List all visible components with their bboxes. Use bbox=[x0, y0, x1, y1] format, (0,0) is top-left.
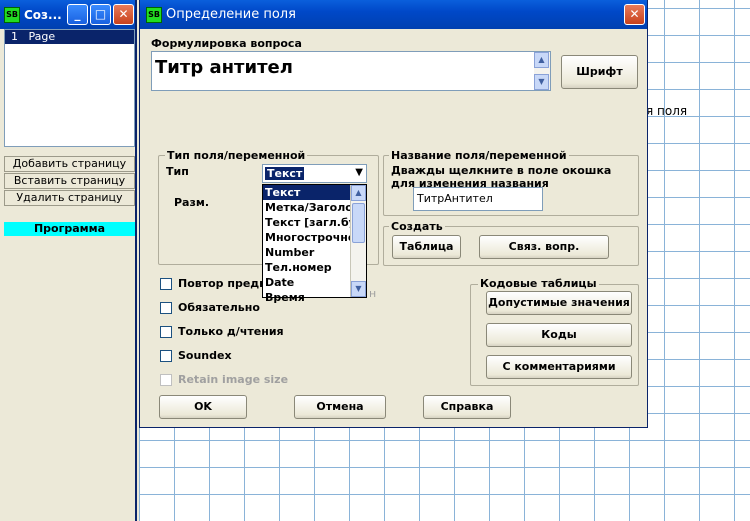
type-option[interactable]: Многострочное bbox=[263, 230, 351, 245]
type-option[interactable]: Date bbox=[263, 275, 351, 290]
required-checkbox-box[interactable] bbox=[160, 301, 172, 314]
question-textarea[interactable]: Титр антител ▲ ▼ bbox=[151, 51, 551, 91]
add-page-button[interactable]: Добавить страницу bbox=[4, 156, 135, 172]
repeat-checkbox[interactable]: Повтор предыд bbox=[160, 277, 278, 290]
question-scrollbar[interactable]: ▲ ▼ bbox=[534, 52, 550, 90]
cancel-button[interactable]: Отмена bbox=[294, 395, 386, 419]
required-label: Обязательно bbox=[178, 301, 260, 314]
type-dropdown-list[interactable]: Текст Метка/Заголовок Текст [загл.буквы]… bbox=[262, 184, 367, 304]
with-comments-button[interactable]: С комментариями bbox=[486, 355, 632, 379]
create-group-legend: Создать bbox=[389, 220, 445, 233]
dropdown-arrow-icon[interactable]: ▼ bbox=[355, 167, 363, 178]
question-label: Формулировка вопроса bbox=[151, 37, 302, 50]
minimize-button[interactable]: _ bbox=[67, 4, 88, 25]
close-button[interactable]: ✕ bbox=[113, 4, 134, 25]
maximize-button[interactable]: □ bbox=[90, 4, 111, 25]
dialog-app-icon: SB bbox=[146, 6, 162, 23]
retain-image-checkbox-box bbox=[160, 373, 172, 386]
dropdown-scrollbar[interactable]: ▲ ▼ bbox=[350, 185, 366, 297]
soundex-checkbox[interactable]: Soundex bbox=[160, 349, 232, 362]
help-button[interactable]: Справка bbox=[423, 395, 511, 419]
scroll-thumb[interactable] bbox=[352, 203, 365, 243]
type-group-legend: Тип поля/переменной bbox=[165, 149, 308, 162]
readonly-label: Только д/чтения bbox=[178, 325, 284, 338]
delete-page-button[interactable]: Удалить страницу bbox=[4, 190, 135, 206]
required-checkbox[interactable]: Обязательно bbox=[160, 301, 260, 314]
type-option[interactable]: Тел.номер bbox=[263, 260, 351, 275]
code-tables-legend: Кодовые таблицы bbox=[478, 277, 599, 290]
ok-button[interactable]: OK bbox=[159, 395, 247, 419]
allowed-values-button[interactable]: Допустимые значения bbox=[486, 291, 632, 315]
question-text: Титр антител bbox=[155, 57, 293, 78]
font-button[interactable]: Шрифт bbox=[561, 55, 638, 89]
soundex-checkbox-box[interactable] bbox=[160, 349, 172, 362]
readonly-checkbox-box[interactable] bbox=[160, 325, 172, 338]
dialog-title: Определение поля bbox=[166, 7, 296, 22]
page-number: 1 bbox=[11, 30, 18, 43]
codes-button[interactable]: Коды bbox=[486, 323, 632, 347]
name-group-legend: Название поля/переменной bbox=[389, 149, 569, 162]
retain-image-label: Retain image size bbox=[178, 373, 289, 386]
list-scroll-up-icon[interactable]: ▲ bbox=[351, 185, 366, 201]
soundex-label: Soundex bbox=[178, 349, 232, 362]
scroll-up-icon[interactable]: ▲ bbox=[534, 52, 549, 68]
type-option[interactable]: Время bbox=[263, 290, 351, 305]
page-name: Page bbox=[28, 30, 56, 43]
table-button[interactable]: Таблица bbox=[392, 235, 461, 259]
type-selected: Текст bbox=[265, 167, 305, 180]
type-label: Тип bbox=[166, 165, 189, 178]
page-manager-window: SB Соз... _ □ ✕ 1 Page Добавить страницу… bbox=[0, 0, 137, 521]
program-button[interactable]: Программа bbox=[4, 222, 135, 236]
field-definition-dialog: SB Определение поля ✕ Формулировка вопро… bbox=[139, 0, 648, 428]
repeat-checkbox-box[interactable] bbox=[160, 277, 172, 290]
type-option[interactable]: Текст bbox=[263, 185, 351, 200]
type-combobox[interactable]: Текст ▼ bbox=[262, 164, 367, 183]
background-label: я поля bbox=[646, 104, 688, 118]
list-scroll-down-icon[interactable]: ▼ bbox=[351, 281, 366, 297]
app-icon: SB bbox=[4, 6, 20, 23]
page-list[interactable]: 1 Page bbox=[4, 29, 135, 147]
scroll-down-icon[interactable]: ▼ bbox=[534, 74, 549, 90]
readonly-checkbox[interactable]: Только д/чтения bbox=[160, 325, 284, 338]
size-label: Разм. bbox=[174, 196, 210, 209]
hidden-partial-text: н bbox=[369, 287, 377, 300]
page-manager-title: Соз... bbox=[24, 7, 62, 22]
dialog-titlebar: SB Определение поля bbox=[140, 0, 647, 29]
retain-image-checkbox: Retain image size bbox=[160, 373, 288, 386]
page-list-item[interactable]: 1 Page bbox=[5, 30, 134, 44]
type-option[interactable]: Number bbox=[263, 245, 351, 260]
dialog-close-button[interactable]: ✕ bbox=[624, 4, 645, 25]
type-option[interactable]: Метка/Заголовок bbox=[263, 200, 351, 215]
type-option[interactable]: Текст [загл.буквы] bbox=[263, 215, 351, 230]
field-name-input[interactable]: ТитрАнтител bbox=[413, 187, 543, 211]
insert-page-button[interactable]: Вставить страницу bbox=[4, 173, 135, 189]
linked-question-button[interactable]: Связ. вопр. bbox=[479, 235, 609, 259]
